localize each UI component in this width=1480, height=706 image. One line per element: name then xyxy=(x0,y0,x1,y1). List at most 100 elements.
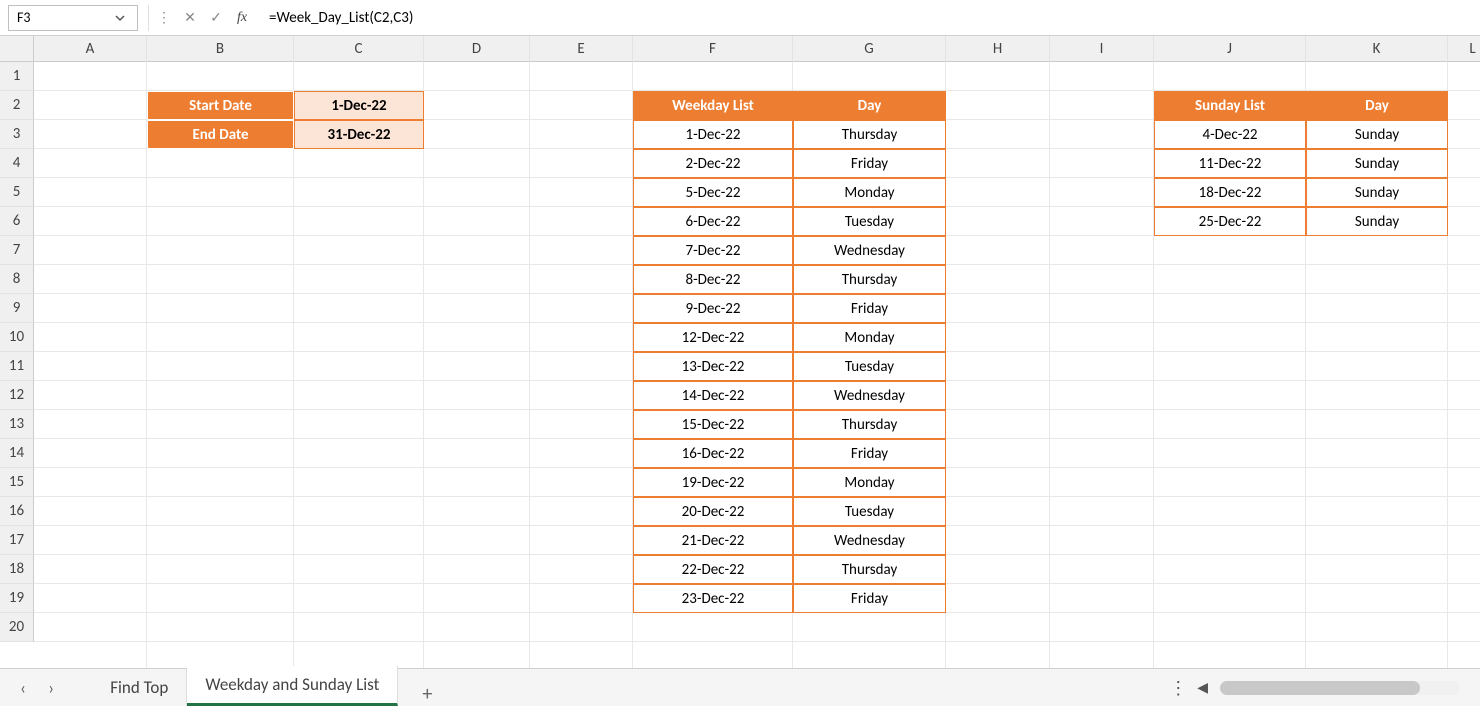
cell-A5[interactable] xyxy=(34,178,147,207)
cell-A1[interactable] xyxy=(34,62,147,91)
cell-I21[interactable] xyxy=(1050,642,1154,668)
sunday-list-header[interactable]: Sunday List xyxy=(1154,91,1306,120)
weekday-day-8[interactable]: Tuesday xyxy=(793,352,946,381)
cell-C5[interactable] xyxy=(294,178,424,207)
cell-A17[interactable] xyxy=(34,526,147,555)
cell-I20[interactable] xyxy=(1050,613,1154,642)
cell-D5[interactable] xyxy=(424,178,530,207)
cell-grid[interactable]: Start Date1-Dec-22End Date31-Dec-22Weekd… xyxy=(34,62,1480,668)
cell-I3[interactable] xyxy=(1050,120,1154,149)
cell-J16[interactable] xyxy=(1154,497,1306,526)
cell-A15[interactable] xyxy=(34,468,147,497)
cell-H4[interactable] xyxy=(946,149,1050,178)
cell-K9[interactable] xyxy=(1306,294,1448,323)
cell-C7[interactable] xyxy=(294,236,424,265)
weekday-list-header[interactable]: Weekday List xyxy=(633,91,793,120)
tab-prev-icon[interactable]: ‹ xyxy=(20,677,26,699)
cell-E20[interactable] xyxy=(530,613,633,642)
cell-L18[interactable] xyxy=(1448,555,1480,584)
cell-J17[interactable] xyxy=(1154,526,1306,555)
cell-C21[interactable] xyxy=(294,642,424,668)
cell-L1[interactable] xyxy=(1448,62,1480,91)
weekday-day-13[interactable]: Tuesday xyxy=(793,497,946,526)
cell-C1[interactable] xyxy=(294,62,424,91)
weekday-date-13[interactable]: 20-Dec-22 xyxy=(633,497,793,526)
cell-I1[interactable] xyxy=(1050,62,1154,91)
row-header-14[interactable]: 14 xyxy=(0,439,34,468)
cell-I7[interactable] xyxy=(1050,236,1154,265)
cell-H21[interactable] xyxy=(946,642,1050,668)
cell-B18[interactable] xyxy=(147,555,294,584)
weekday-day-1[interactable]: Friday xyxy=(793,149,946,178)
cell-L9[interactable] xyxy=(1448,294,1480,323)
cell-F20[interactable] xyxy=(633,613,793,642)
cancel-formula-icon[interactable]: ✕ xyxy=(179,7,201,29)
cell-F1[interactable] xyxy=(633,62,793,91)
cell-C9[interactable] xyxy=(294,294,424,323)
cell-C16[interactable] xyxy=(294,497,424,526)
cell-J12[interactable] xyxy=(1154,381,1306,410)
weekday-day-2[interactable]: Monday xyxy=(793,178,946,207)
cell-D13[interactable] xyxy=(424,410,530,439)
row-header-10[interactable]: 10 xyxy=(0,323,34,352)
column-header-H[interactable]: H xyxy=(946,36,1050,62)
cell-H18[interactable] xyxy=(946,555,1050,584)
cell-K7[interactable] xyxy=(1306,236,1448,265)
cell-A3[interactable] xyxy=(34,120,147,149)
cell-A6[interactable] xyxy=(34,207,147,236)
weekday-date-9[interactable]: 14-Dec-22 xyxy=(633,381,793,410)
row-header-18[interactable]: 18 xyxy=(0,555,34,584)
weekday-day-15[interactable]: Thursday xyxy=(793,555,946,584)
weekday-day-12[interactable]: Monday xyxy=(793,468,946,497)
cell-J8[interactable] xyxy=(1154,265,1306,294)
cell-D6[interactable] xyxy=(424,207,530,236)
cell-I13[interactable] xyxy=(1050,410,1154,439)
cell-L3[interactable] xyxy=(1448,120,1480,149)
cell-C19[interactable] xyxy=(294,584,424,613)
column-header-I[interactable]: I xyxy=(1050,36,1154,62)
row-header-7[interactable]: 7 xyxy=(0,236,34,265)
cell-D18[interactable] xyxy=(424,555,530,584)
cell-E13[interactable] xyxy=(530,410,633,439)
cell-K10[interactable] xyxy=(1306,323,1448,352)
cell-A13[interactable] xyxy=(34,410,147,439)
cell-E6[interactable] xyxy=(530,207,633,236)
cell-H14[interactable] xyxy=(946,439,1050,468)
weekday-date-14[interactable]: 21-Dec-22 xyxy=(633,526,793,555)
cell-I18[interactable] xyxy=(1050,555,1154,584)
name-box[interactable]: F3 xyxy=(8,5,138,31)
weekday-date-11[interactable]: 16-Dec-22 xyxy=(633,439,793,468)
cell-L11[interactable] xyxy=(1448,352,1480,381)
cell-L17[interactable] xyxy=(1448,526,1480,555)
cell-E15[interactable] xyxy=(530,468,633,497)
name-box-dropdown-icon[interactable] xyxy=(111,9,129,27)
sunday-day-3[interactable]: Sunday xyxy=(1306,207,1448,236)
column-header-G[interactable]: G xyxy=(793,36,946,62)
cell-B5[interactable] xyxy=(147,178,294,207)
cell-D8[interactable] xyxy=(424,265,530,294)
cell-J19[interactable] xyxy=(1154,584,1306,613)
cell-I6[interactable] xyxy=(1050,207,1154,236)
sunday-day-1[interactable]: Sunday xyxy=(1306,149,1448,178)
cell-D11[interactable] xyxy=(424,352,530,381)
formula-input[interactable]: =Week_Day_List(C2,C3) xyxy=(263,9,1472,27)
cell-L2[interactable] xyxy=(1448,91,1480,120)
cell-L5[interactable] xyxy=(1448,178,1480,207)
row-header-12[interactable]: 12 xyxy=(0,381,34,410)
column-header-B[interactable]: B xyxy=(147,36,294,62)
tab-next-icon[interactable]: › xyxy=(48,677,54,699)
column-header-A[interactable]: A xyxy=(34,36,147,62)
cell-A18[interactable] xyxy=(34,555,147,584)
cell-B20[interactable] xyxy=(147,613,294,642)
cell-L8[interactable] xyxy=(1448,265,1480,294)
new-sheet-button[interactable]: + xyxy=(422,682,432,706)
weekday-date-2[interactable]: 5-Dec-22 xyxy=(633,178,793,207)
cell-J7[interactable] xyxy=(1154,236,1306,265)
cell-B11[interactable] xyxy=(147,352,294,381)
sunday-day-2[interactable]: Sunday xyxy=(1306,178,1448,207)
cell-C4[interactable] xyxy=(294,149,424,178)
cell-D10[interactable] xyxy=(424,323,530,352)
row-header-2[interactable]: 2 xyxy=(0,91,34,120)
cell-K13[interactable] xyxy=(1306,410,1448,439)
cell-E4[interactable] xyxy=(530,149,633,178)
